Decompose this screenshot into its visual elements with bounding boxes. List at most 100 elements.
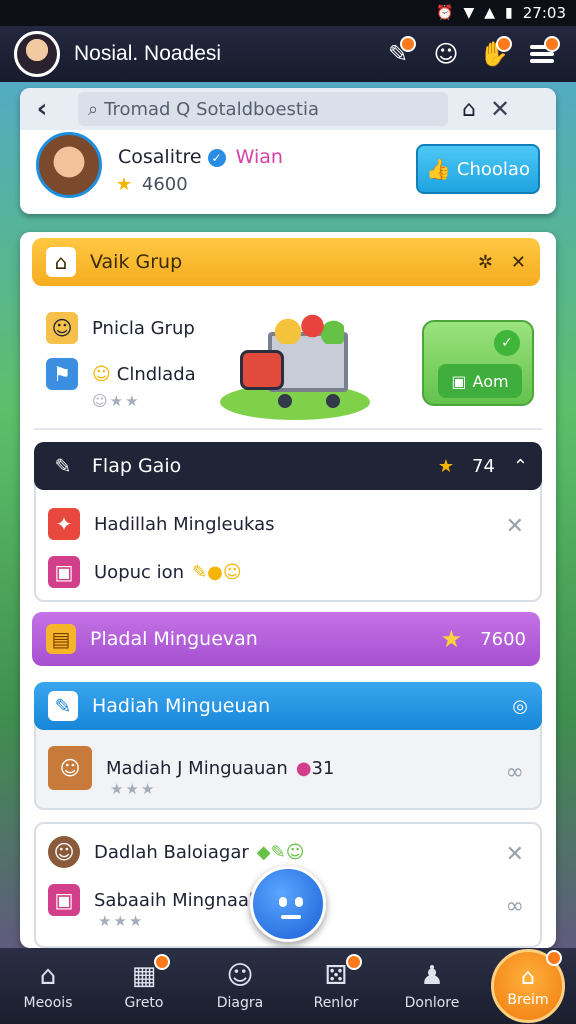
- settings-icon[interactable]: ✲: [478, 252, 493, 273]
- row-label: Pnicla Grup: [92, 317, 195, 339]
- character-button[interactable]: ☺: [426, 34, 466, 74]
- flap-section: ✎ Flap Gaio ★ 74 ⌃ ✦ Hadillah Mingleukas…: [34, 442, 542, 602]
- list-item[interactable]: ☺ Dadlah Baloiagar ◆✎☺: [48, 836, 304, 868]
- purple-section-header[interactable]: ▤ Pladal Minguevan ★ 7600: [32, 612, 540, 666]
- reward-icons: ◆✎☺: [256, 841, 305, 863]
- avatar-icon: ☺: [48, 836, 80, 868]
- search-icon: ⌕: [88, 98, 99, 120]
- row-label: Dadlah Baloiagar: [94, 841, 249, 863]
- edit-icon: ✎: [54, 454, 72, 478]
- group-icon: ☺: [46, 312, 78, 344]
- gift-box-icon: ▣: [48, 556, 80, 588]
- search-text: Tromad Q Sotaldboestia: [104, 98, 319, 120]
- floating-action-button[interactable]: [250, 866, 326, 942]
- list-item[interactable]: ▣ Uopuc ion ✎●☺: [48, 556, 242, 588]
- link-icon[interactable]: ∞: [506, 760, 524, 785]
- face-icon: [279, 897, 287, 907]
- reward-box: ✓ ▣ Aom: [422, 320, 534, 406]
- shopping-cart-illustration: [220, 312, 370, 422]
- list-item[interactable]: ▣ Sabaaih Mingnaaka: [48, 884, 270, 916]
- chevron-up-icon[interactable]: ⌃: [513, 456, 528, 477]
- bottom-nav: ⌂ Meoois ▦ Greto ☺ Diagra ⚄ Renlor ♟ Don…: [0, 948, 576, 1024]
- battery-icon: ▮: [505, 5, 513, 21]
- nav-item-character[interactable]: ☺ Diagra: [192, 948, 288, 1024]
- profile-points: ★ 4600: [116, 174, 188, 195]
- close-icon[interactable]: ✕: [506, 842, 524, 867]
- group-section: ⌂ Vaik Grup ✲ ✕ ☺ Pnicla Grup ⚑ ☺ Clndla…: [32, 238, 542, 422]
- notification-badge: [544, 36, 560, 52]
- list-item[interactable]: ☺ Madiah J Minguauan ● 31: [48, 746, 334, 790]
- box-icon: ▣: [451, 371, 467, 391]
- row-label: Madiah J Minguauan: [106, 757, 288, 779]
- profile-card: ‹ ⌕ Tromad Q Sotaldboestia ⌂ ✕ Cosalitre…: [20, 88, 556, 214]
- notification-badge: [496, 36, 512, 52]
- profile-name-line: Cosalitre ✓ Wian: [118, 146, 283, 168]
- edit-icon: ✎: [48, 691, 78, 721]
- profile-avatar[interactable]: [36, 132, 102, 198]
- group-section-header[interactable]: ⌂ Vaik Grup ✲ ✕: [32, 238, 540, 286]
- flag-icon: ⚑: [46, 358, 78, 390]
- info-icon[interactable]: ◎: [512, 696, 528, 717]
- profile-tag: Wian: [235, 146, 283, 168]
- menu-button[interactable]: [522, 34, 562, 74]
- notification-badge: [346, 954, 362, 970]
- search-row: ‹ ⌕ Tromad Q Sotaldboestia ⌂ ✕: [20, 88, 556, 130]
- refresh-icon[interactable]: ✓: [494, 330, 520, 356]
- avatar[interactable]: [14, 31, 60, 77]
- star-icon: ★: [440, 625, 463, 653]
- star-count: 7600: [480, 628, 526, 650]
- reward-button[interactable]: ▣ Aom: [438, 364, 522, 398]
- purple-section: ▤ Pladal Minguevan ★ 7600: [32, 612, 542, 668]
- main-panel: ⌂ Vaik Grup ✲ ✕ ☺ Pnicla Grup ⚑ ☺ Clndla…: [20, 232, 556, 948]
- house-icon: ⌂: [521, 964, 535, 990]
- nav-item-shop[interactable]: ▦ Greto: [96, 948, 192, 1024]
- nav-item-house[interactable]: ⌂ Breim: [480, 948, 576, 1024]
- points-value: 4600: [141, 174, 188, 195]
- flap-section-header[interactable]: ✎ Flap Gaio ★ 74 ⌃: [34, 442, 542, 490]
- close-icon[interactable]: ✕: [506, 514, 524, 539]
- rating-stars: ★★★: [98, 912, 145, 930]
- book-icon: ▤: [46, 624, 76, 654]
- tools-button[interactable]: ✎: [378, 34, 418, 74]
- nav-active-button[interactable]: ⌂ Breim: [491, 949, 565, 1023]
- row-label: Clndlada: [116, 363, 196, 385]
- notification-badge: [154, 954, 170, 970]
- choose-button[interactable]: 👍 Choolao: [416, 144, 540, 194]
- star-icon: ★: [116, 174, 133, 195]
- verified-icon: ✓: [207, 148, 226, 167]
- home-icon[interactable]: ⌂: [462, 97, 476, 122]
- home-icon: ⌂: [46, 247, 76, 277]
- star-count: 74: [472, 455, 495, 477]
- flap-section-title: Flap Gaio: [92, 455, 182, 477]
- search-input[interactable]: ⌕ Tromad Q Sotaldboestia: [78, 92, 448, 126]
- dice-icon: ⚄: [324, 961, 348, 991]
- purple-section-title: Pladal Minguevan: [90, 628, 258, 650]
- profile-name: Cosalitre: [118, 146, 202, 168]
- alarm-icon: ⏰: [436, 5, 454, 21]
- wifi-icon: ▼: [463, 5, 475, 21]
- character-icon: ☺: [48, 746, 92, 790]
- hand-button[interactable]: ✋: [474, 34, 514, 74]
- close-button[interactable]: ✕: [490, 95, 510, 123]
- nav-item-person[interactable]: ♟ Donlore: [384, 948, 480, 1024]
- notification-badge: [546, 950, 562, 966]
- link-icon[interactable]: ∞: [506, 894, 524, 919]
- blue-section-header[interactable]: ✎ Hadiah Mingueuan ◎: [34, 682, 542, 730]
- nav-item-home[interactable]: ⌂ Meoois: [0, 948, 96, 1024]
- status-bar: ⏰ ▼ ▲ ▮ 27:03: [0, 0, 576, 26]
- nav-item-dice[interactable]: ⚄ Renlor: [288, 948, 384, 1024]
- home-icon: ⌂: [39, 961, 57, 991]
- back-button[interactable]: ‹: [20, 94, 64, 124]
- row-count: 31: [311, 757, 335, 779]
- person-icon: ♟: [420, 961, 444, 991]
- expand-icon[interactable]: ✕: [511, 252, 526, 273]
- list-item[interactable]: ⚑ ☺ Clndlada: [46, 358, 196, 390]
- signal-icon: ▲: [484, 5, 496, 21]
- blue-section-title: Hadiah Mingueuan: [92, 695, 271, 717]
- list-item[interactable]: ☺ Pnicla Grup: [46, 312, 195, 344]
- list-item[interactable]: ✦ Hadillah Mingleukas: [48, 508, 275, 540]
- notification-badge: [400, 36, 416, 52]
- smile-icon: ☺: [92, 363, 111, 385]
- row-label: Sabaaih Mingnaaka: [94, 889, 271, 911]
- top-bar: Nosial. Noadesi ✎ ☺ ✋: [0, 26, 576, 82]
